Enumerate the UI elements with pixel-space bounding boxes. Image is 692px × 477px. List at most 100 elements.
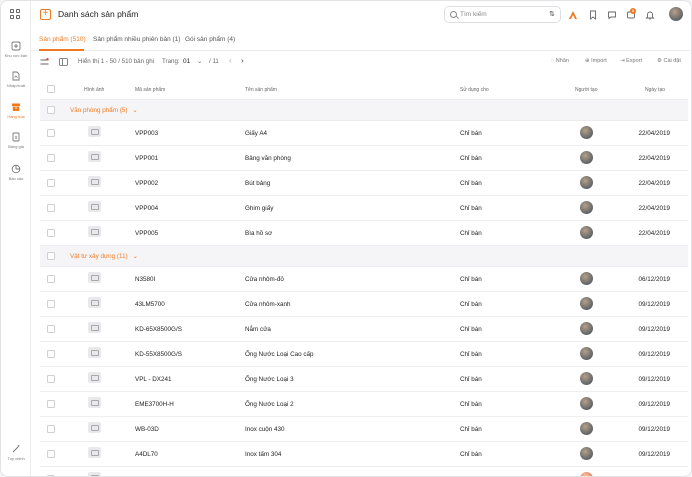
row-checkbox[interactable] bbox=[47, 425, 55, 433]
column-header-usage[interactable]: Sử dụng cho bbox=[460, 87, 489, 93]
creator-avatar bbox=[580, 297, 593, 310]
copy-label: Nhân bbox=[555, 58, 569, 64]
table-row[interactable]: WB-03D Inox cuộn 430 Chỉ bán 09/12/2019 bbox=[40, 417, 688, 442]
product-code: N3580I bbox=[135, 275, 156, 283]
row-checkbox[interactable] bbox=[47, 229, 55, 237]
export-button[interactable]: ⇥ Export bbox=[620, 58, 642, 64]
table-row[interactable]: VPP002 Bút bảng Chỉ bán 22/04/2019 bbox=[40, 171, 688, 196]
rail-label: Nhập/xuất bbox=[6, 83, 26, 88]
row-checkbox[interactable] bbox=[47, 129, 55, 137]
creator-avatar bbox=[580, 226, 593, 239]
search-icon bbox=[450, 11, 457, 18]
group-row[interactable]: Vật tư xây dựng (11) ⌄ bbox=[40, 246, 688, 267]
row-checkbox[interactable] bbox=[47, 154, 55, 162]
column-header-created-date[interactable]: Ngày tạo bbox=[645, 87, 665, 93]
columns-icon[interactable] bbox=[59, 58, 68, 66]
tab-product-bundles[interactable]: Gói sản phẩm (4) bbox=[185, 36, 235, 43]
chevron-down-icon: ⌄ bbox=[132, 107, 138, 114]
table-row[interactable]: 43LM5700 Cửa nhôm-xanh Chỉ bán 09/12/2019 bbox=[40, 292, 688, 317]
table-body: Văn phòng phẩm (5) ⌄ VPP003 Giấy A4 Chỉ bán 2… bbox=[40, 100, 688, 476]
table-row[interactable]: VPL - DX241 Ống Nước Loại 3 Chỉ bán 09/12/2… bbox=[40, 367, 688, 392]
import-button[interactable]: ⊕ Import bbox=[585, 58, 607, 64]
table-row[interactable]: VPP004 Ghim giấy Chỉ bán 22/04/2019 bbox=[40, 196, 688, 221]
settings-button[interactable]: ⚙ Cài đặt bbox=[657, 58, 681, 64]
created-date: 22/04/2019 bbox=[638, 229, 670, 237]
filter-icon[interactable] bbox=[40, 58, 49, 66]
page-select[interactable]: 01 ⌄ bbox=[183, 57, 203, 65]
rail-item-price-list[interactable]: $ Bảng giá bbox=[1, 129, 31, 159]
prev-page-icon[interactable]: ‹ bbox=[229, 56, 232, 65]
row-checkbox[interactable] bbox=[47, 300, 55, 308]
row-checkbox[interactable] bbox=[47, 179, 55, 187]
bell-icon[interactable] bbox=[645, 10, 655, 20]
table-row[interactable]: A4DL70 Inox tấm 304 Chỉ bán 09/12/2019 bbox=[40, 442, 688, 467]
table-row[interactable]: VPP003 Giấy A4 Chỉ bán 22/04/2019 bbox=[40, 121, 688, 146]
product-name: Ống Nước Loại 3 bbox=[245, 375, 294, 383]
product-name: Inox tấm 304 bbox=[245, 450, 282, 458]
product-image-placeholder-icon bbox=[88, 472, 101, 476]
rail-label: Tùy chỉnh bbox=[7, 456, 25, 461]
chat-icon[interactable] bbox=[607, 10, 617, 20]
product-name: Ống Nước Loại Cao cấp bbox=[245, 350, 314, 358]
product-name: Bảng văn phòng bbox=[245, 154, 291, 162]
product-code: KD-55X8500G/S bbox=[135, 350, 182, 358]
product-usage: Chỉ bán bbox=[460, 275, 482, 283]
tab-multi-version-products[interactable]: Sản phẩm nhiều phiên bản (1) bbox=[93, 36, 180, 43]
copy-button[interactable]: ◌ Nhân bbox=[551, 58, 569, 64]
group-checkbox[interactable] bbox=[47, 106, 55, 114]
product-usage: Chỉ bán bbox=[460, 154, 482, 162]
rail-item-reports[interactable]: Báo cáo bbox=[1, 161, 31, 191]
group-checkbox[interactable] bbox=[47, 252, 55, 260]
row-checkbox[interactable] bbox=[47, 275, 55, 283]
column-header-creator[interactable]: Người tạo bbox=[575, 87, 597, 93]
table-row[interactable]: KD-65X8500G/S Nắm cửa Chỉ bán 09/12/2019 bbox=[40, 317, 688, 342]
product-image-placeholder-icon bbox=[88, 226, 101, 237]
row-checkbox[interactable] bbox=[47, 450, 55, 458]
export-label: Export bbox=[626, 58, 643, 64]
table-row[interactable]: KD-55X8500G/S Ống Nước Loại Cao cấp Chỉ bá… bbox=[40, 342, 688, 367]
row-checkbox[interactable] bbox=[47, 204, 55, 212]
row-checkbox[interactable] bbox=[47, 375, 55, 383]
product-usage: Chỉ bán bbox=[460, 450, 482, 458]
table-row[interactable]: EME3700H-H Ống Nước Loại 2 Chỉ bán 09/12/20… bbox=[40, 392, 688, 417]
page-title: Danh sách sản phẩm bbox=[58, 9, 139, 19]
table-row[interactable]: VPP005 Bìa hồ sơ Chỉ bán 22/04/2019 bbox=[40, 221, 688, 246]
product-name: Cửa nhôm-đỏ bbox=[245, 275, 284, 283]
table-row[interactable]: N3580I Cửa nhôm-đỏ Chỉ bán 06/12/2019 bbox=[40, 267, 688, 292]
tab-products[interactable]: Sản phẩm (510) bbox=[39, 36, 86, 43]
creator-avatar bbox=[580, 472, 593, 476]
product-image-placeholder-icon bbox=[88, 272, 101, 283]
search-input[interactable]: Tìm kiếm ⇅ bbox=[444, 6, 561, 23]
product-code: A4DL70 bbox=[135, 450, 158, 458]
brand-logo-icon[interactable] bbox=[568, 10, 578, 20]
group-label[interactable]: Vật tư xây dựng (11) ⌄ bbox=[70, 253, 138, 260]
page-value: 01 bbox=[183, 58, 191, 65]
row-checkbox[interactable] bbox=[47, 400, 55, 408]
rail-label: Hàng hóa bbox=[7, 114, 25, 119]
bookmark-icon[interactable] bbox=[588, 10, 598, 20]
column-header-name[interactable]: Tên sản phẩm bbox=[245, 87, 277, 93]
row-checkbox[interactable] bbox=[47, 350, 55, 358]
table-row[interactable]: VPP001 Bảng văn phòng Chỉ bán 22/04/2019 bbox=[40, 146, 688, 171]
created-date: 22/04/2019 bbox=[638, 154, 670, 162]
rail-item-sales[interactable]: Khu vực bán bbox=[1, 38, 31, 68]
group-row[interactable]: Văn phòng phẩm (5) ⌄ bbox=[40, 100, 688, 121]
next-page-icon[interactable]: › bbox=[241, 56, 244, 65]
product-image-placeholder-icon bbox=[88, 397, 101, 408]
grid-icon[interactable] bbox=[10, 9, 22, 21]
group-label[interactable]: Văn phòng phẩm (5) ⌄ bbox=[70, 107, 138, 114]
rail-item-import-export[interactable]: Nhập/xuất bbox=[1, 68, 31, 98]
rail-item-goods[interactable]: Hàng hóa bbox=[1, 99, 31, 129]
product-code: WB-03D bbox=[135, 425, 159, 433]
column-header-code[interactable]: Mã sản phẩm bbox=[135, 87, 165, 93]
row-checkbox[interactable] bbox=[47, 325, 55, 333]
rail-item-customize[interactable]: Tùy chỉnh bbox=[1, 441, 31, 471]
created-date: 09/12/2019 bbox=[638, 325, 670, 333]
product-usage: Chỉ bán bbox=[460, 350, 482, 358]
add-product-button[interactable]: + bbox=[40, 9, 51, 20]
user-avatar[interactable] bbox=[669, 7, 683, 21]
filter-sliders-icon[interactable]: ⇅ bbox=[549, 10, 555, 18]
document-icon bbox=[12, 71, 20, 81]
select-all-checkbox[interactable] bbox=[47, 85, 55, 93]
table-row[interactable]: DD006Xi Măng Hà Tiên 1Chỉ bán29/04/2020 bbox=[40, 467, 688, 476]
